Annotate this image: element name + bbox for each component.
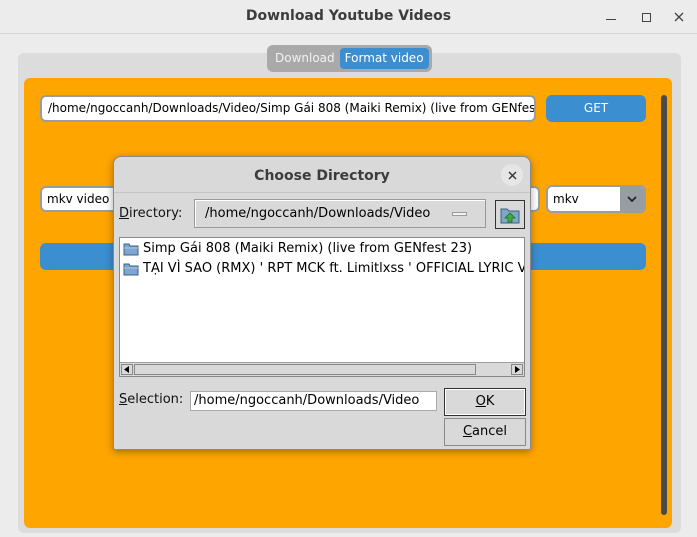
format-select[interactable]: mkv xyxy=(546,185,646,213)
format-entry-edge[interactable] xyxy=(530,186,540,212)
selection-label-text: election: xyxy=(127,392,184,407)
minimize-button[interactable] xyxy=(600,7,622,27)
ok-label-text: K xyxy=(485,394,495,409)
minimize-icon xyxy=(606,18,616,20)
format-input[interactable]: mkv video xyxy=(40,186,120,212)
list-item-label: TẠI VÌ SAO (RMX) ' RPT MCK ft. Limitlxss… xyxy=(143,261,525,276)
tab-bar: Download Format video xyxy=(267,45,432,72)
scroll-thumb[interactable] xyxy=(134,364,476,375)
dialog-divider xyxy=(114,192,530,193)
url-input[interactable]: /home/ngoccanh/Downloads/Video/Simp Gái … xyxy=(40,95,536,122)
directory-list[interactable]: Simp Gái 808 (Maiki Remix) (live from GE… xyxy=(119,237,525,377)
arrow-right-icon xyxy=(515,366,520,373)
maximize-icon xyxy=(641,12,651,22)
cancel-button[interactable]: Cancel xyxy=(444,418,526,446)
directory-label-mnemonic: D xyxy=(119,206,130,221)
ok-label-mnemonic: O xyxy=(475,394,486,409)
list-item[interactable]: Simp Gái 808 (Maiki Remix) (live from GE… xyxy=(123,240,472,258)
dialog-close-button[interactable] xyxy=(501,164,523,186)
dropdown-indicator-icon xyxy=(452,212,467,216)
chevron-down-icon xyxy=(627,196,637,203)
format-select-value: mkv xyxy=(553,192,579,206)
list-item[interactable]: TẠI VÌ SAO (RMX) ' RPT MCK ft. Limitlxss… xyxy=(123,260,525,278)
horizontal-scrollbar[interactable] xyxy=(120,362,524,376)
ok-button[interactable]: OK xyxy=(444,388,526,416)
close-icon xyxy=(674,12,684,22)
maximize-button[interactable] xyxy=(635,7,657,27)
scroll-left-button[interactable] xyxy=(121,364,133,375)
choose-directory-dialog: Choose Directory Directory: /home/ngocca… xyxy=(113,156,531,450)
tab-format-video[interactable]: Format video xyxy=(339,48,429,69)
close-icon xyxy=(508,171,516,179)
folder-icon xyxy=(123,243,139,256)
title-bar: Download Youtube Videos xyxy=(0,0,697,34)
cancel-label-text: ancel xyxy=(472,424,508,439)
directory-label: Directory: xyxy=(119,206,182,221)
parent-folder-button[interactable] xyxy=(495,200,525,229)
selection-input[interactable]: /home/ngoccanh/Downloads/Video xyxy=(190,391,437,411)
list-item-label: Simp Gái 808 (Maiki Remix) (live from GE… xyxy=(143,241,473,256)
arrow-left-icon xyxy=(124,366,129,373)
app-window: Download Youtube Videos Download Format … xyxy=(0,0,697,537)
directory-dropdown[interactable]: /home/ngoccanh/Downloads/Video xyxy=(194,199,486,228)
format-select-dropdown[interactable] xyxy=(620,187,644,211)
directory-label-text: irectory: xyxy=(129,206,183,221)
cancel-label-mnemonic: C xyxy=(462,424,473,439)
get-button[interactable]: GET xyxy=(546,95,646,122)
dialog-title: Choose Directory xyxy=(254,168,390,184)
window-title: Download Youtube Videos xyxy=(245,8,452,24)
scrollbar[interactable] xyxy=(661,95,667,515)
directory-value: /home/ngoccanh/Downloads/Video xyxy=(205,206,431,221)
tab-download[interactable]: Download xyxy=(270,48,340,69)
selection-label: Selection: xyxy=(119,392,183,407)
close-window-button[interactable] xyxy=(668,7,690,27)
folder-icon xyxy=(123,263,139,276)
scroll-right-button[interactable] xyxy=(511,364,523,375)
folder-up-icon xyxy=(500,208,520,223)
